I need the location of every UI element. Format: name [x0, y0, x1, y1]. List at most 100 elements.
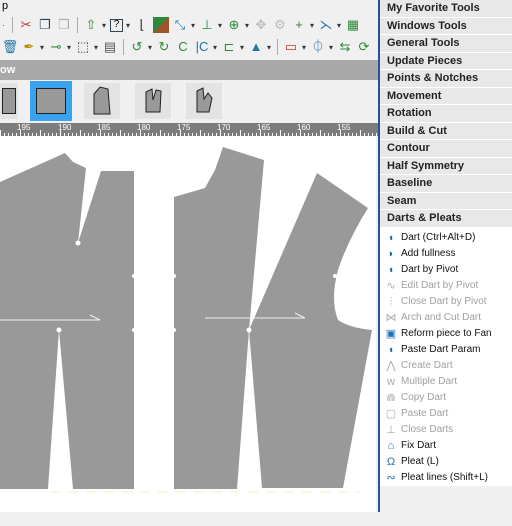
- paste-dart-icon: ▢: [385, 407, 397, 420]
- panel-section-contour[interactable]: Contour: [380, 140, 512, 158]
- tool-label: Close Dart by Pivot: [401, 296, 487, 307]
- mirror-icon[interactable]: ⋋: [318, 17, 334, 33]
- panel-section-windows-tools[interactable]: Windows Tools: [380, 17, 512, 35]
- add-point-icon[interactable]: ⊕: [226, 17, 242, 33]
- tool-label: Paste Dart: [401, 408, 449, 419]
- refresh-icon[interactable]: ⟳: [356, 39, 372, 55]
- tool-close-darts[interactable]: ⊥ Close Darts: [380, 422, 512, 438]
- pleat-lines-icon: ∾: [386, 471, 396, 484]
- tool-label: Arch and Cut Dart: [401, 312, 482, 323]
- cut-icon[interactable]: ✂: [18, 17, 34, 33]
- dart-pivot-icon: ◖: [387, 263, 395, 276]
- tool-close-dart-pivot[interactable]: ⫶ Close Dart by Pivot: [380, 294, 512, 310]
- pattern-piece-front-side: [249, 173, 372, 488]
- import-icon[interactable]: ⇧: [83, 17, 99, 33]
- ruler-label: 160: [297, 123, 311, 132]
- delete-icon[interactable]: 🗑: [2, 39, 19, 55]
- panel-section-half-symmetry[interactable]: Half Symmetry: [380, 157, 512, 175]
- tool-create-dart[interactable]: ⋀ Create Dart: [380, 358, 512, 374]
- split-icon[interactable]: ⏀: [310, 39, 326, 55]
- menu-help[interactable]: p: [2, 0, 8, 12]
- frame-icon[interactable]: ▤: [102, 39, 118, 55]
- tool-arch-cut-dart[interactable]: ⋈ Arch and Cut Dart: [380, 310, 512, 326]
- thumbnail-piece-1[interactable]: [0, 83, 18, 119]
- rotate-icon[interactable]: ⚙: [272, 17, 288, 33]
- tool-paste-param[interactable]: ◖ Paste Dart Param: [380, 342, 512, 358]
- point: [172, 328, 176, 332]
- tool-add-fullness[interactable]: ◗ Add fullness: [380, 246, 512, 262]
- contour-icon[interactable]: |C: [194, 39, 210, 55]
- tool-edit-dart-pivot[interactable]: ∿ Edit Dart by Pivot: [380, 278, 512, 294]
- panel-section-seam[interactable]: Seam: [380, 192, 512, 210]
- thumbnail-bodice[interactable]: [186, 83, 222, 119]
- add-fullness-icon: ◗: [387, 247, 395, 260]
- point-on-line-icon[interactable]: ⊸: [48, 39, 64, 55]
- flip-icon[interactable]: C: [175, 39, 191, 55]
- thumbnail-rectangle[interactable]: [30, 81, 72, 121]
- point: [246, 327, 252, 333]
- ruler-label: 155: [337, 123, 351, 132]
- tool-pleat[interactable]: Ω Pleat (L): [380, 454, 512, 470]
- tools-panel: My Favorite Tools Windows Tools General To…: [378, 0, 512, 526]
- curve-icon[interactable]: ⌊: [134, 17, 150, 33]
- panel-section-baseline[interactable]: Baseline: [380, 175, 512, 193]
- point: [247, 368, 251, 372]
- thumbnail-pentagon[interactable]: [84, 83, 120, 119]
- thumbnail-front-back[interactable]: [135, 83, 171, 119]
- copy-dart-icon: ⋒: [386, 391, 396, 404]
- tool-fix-dart[interactable]: ⌂ Fix Dart: [380, 438, 512, 454]
- fan-icon: ▣: [385, 327, 397, 340]
- seam-icon[interactable]: ⊏: [221, 39, 237, 55]
- menu-bar: p: [0, 0, 378, 14]
- panel-section-points-notches[interactable]: Points & Notches: [380, 70, 512, 88]
- toolbar-1: · ✂ ❐ ❐ ⇧ ▾ ? ▾ ⌊ ⤡ ▾ ⊥ ▾ ⊕ ▾ ✥ ⚙ + ▾ ⋋ ▾ ▦: [0, 14, 378, 36]
- triangle-icon[interactable]: ▲: [248, 39, 264, 55]
- dart-icon: ◖: [387, 231, 395, 244]
- rotate-right-icon[interactable]: ↻: [156, 39, 172, 55]
- tool-label: Edit Dart by Pivot: [401, 280, 479, 291]
- paste-icon[interactable]: ❐: [56, 17, 72, 33]
- measure-icon[interactable]: ⤡: [172, 17, 188, 33]
- pattern-canvas[interactable]: [0, 136, 376, 512]
- panel-section-my-favorite-tools[interactable]: My Favorite Tools: [380, 0, 512, 18]
- notch-icon[interactable]: ⊥: [199, 17, 215, 33]
- point: [333, 274, 337, 278]
- help-icon[interactable]: ?: [110, 18, 123, 32]
- tool-dart-pivot[interactable]: ◖ Dart by Pivot: [380, 262, 512, 278]
- panel-section-build-cut[interactable]: Build & Cut: [380, 122, 512, 140]
- intersect-icon[interactable]: +: [291, 17, 307, 33]
- tool-paste-dart[interactable]: ▢ Paste Dart: [380, 406, 512, 422]
- new-piece-icon[interactable]: ⬚: [75, 39, 91, 55]
- horizontal-ruler: 195 190 185 180 175 170 165 160 155: [0, 123, 378, 136]
- panel-section-update-pieces[interactable]: Update Pieces: [380, 52, 512, 70]
- baseline-icon[interactable]: ▭: [283, 39, 299, 55]
- align-icon[interactable]: ⇆: [337, 39, 353, 55]
- panel-section-darts-pleats[interactable]: Darts & Pleats: [380, 210, 512, 228]
- edit-dart-pivot-icon: ∿: [386, 279, 396, 292]
- panel-section-rotation[interactable]: Rotation: [380, 105, 512, 123]
- arch-cut-dart-icon: ⋈: [385, 311, 397, 324]
- tool-label: Fix Dart: [401, 440, 436, 451]
- pen-icon[interactable]: ✒: [21, 39, 37, 55]
- point: [75, 240, 81, 246]
- tool-dart[interactable]: ◖ Dart (Ctrl+Alt+D): [380, 230, 512, 246]
- piece-color-icon[interactable]: [153, 17, 169, 33]
- tool-copy-dart[interactable]: ⋒ Copy Dart: [380, 390, 512, 406]
- paste-param-icon: ◖: [387, 343, 395, 356]
- point: [172, 274, 176, 278]
- tool-fan[interactable]: ▣ Reform piece to Fan: [380, 326, 512, 342]
- ruler-label: 180: [137, 123, 151, 132]
- grade-icon[interactable]: ▦: [345, 17, 361, 33]
- rotate-left-icon[interactable]: ↺: [129, 39, 145, 55]
- tool-label: Reform piece to Fan: [401, 328, 492, 339]
- point: [132, 274, 136, 278]
- panel-section-movement[interactable]: Movement: [380, 87, 512, 105]
- copy-icon[interactable]: ❐: [37, 17, 53, 33]
- tool-label: Dart by Pivot: [401, 264, 459, 275]
- window-title-bar: ow: [0, 60, 378, 80]
- pattern-piece-back: [0, 153, 134, 489]
- move-point-icon[interactable]: ✥: [253, 17, 269, 33]
- tool-pleat-lines[interactable]: ∾ Pleat lines (Shift+L): [380, 470, 512, 486]
- tool-multiple-dart[interactable]: ᴡ Multiple Dart: [380, 374, 512, 390]
- panel-section-general-tools[interactable]: General Tools: [380, 35, 512, 53]
